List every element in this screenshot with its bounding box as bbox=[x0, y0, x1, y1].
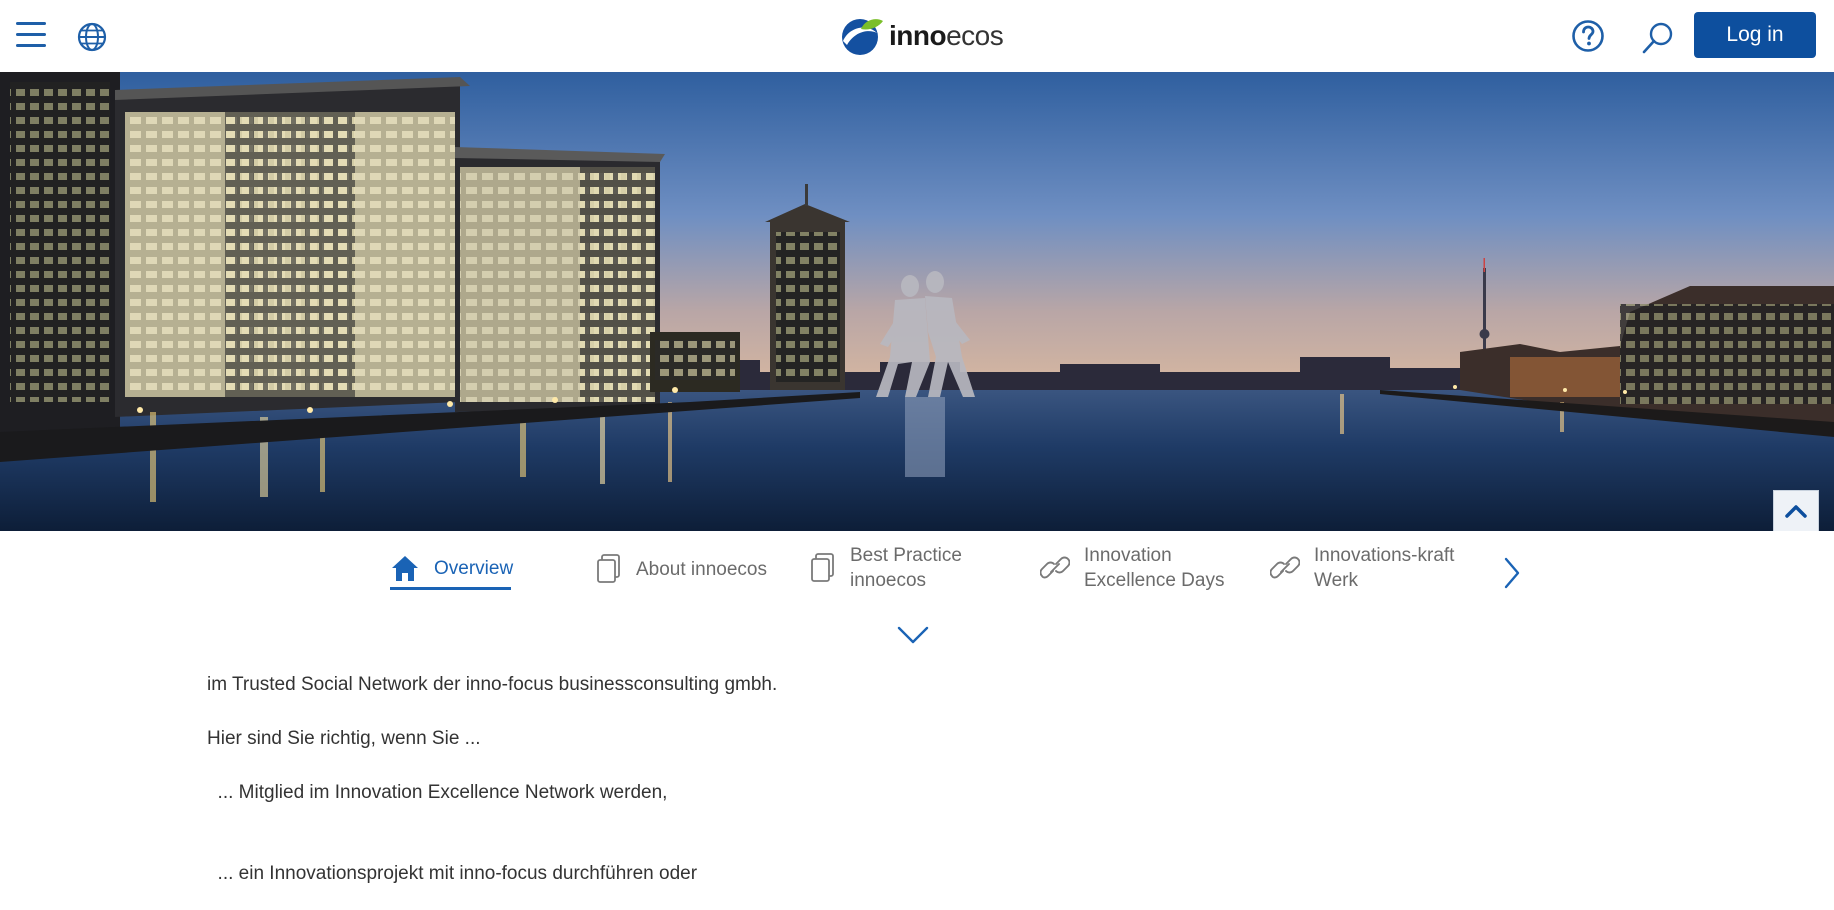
hero-cityscape bbox=[0, 72, 1834, 531]
logo-text-bold: inno bbox=[889, 20, 947, 51]
top-header: innoecos Log in bbox=[0, 0, 1834, 73]
intro-line-3: ... Mitglied im Innovation Excellence Ne… bbox=[207, 782, 668, 803]
active-tab-indicator bbox=[390, 587, 511, 590]
tab-best-practice-line1: Best Practice bbox=[850, 545, 962, 566]
chevron-up-icon bbox=[1785, 505, 1807, 518]
globe-icon[interactable] bbox=[76, 21, 108, 53]
intro-line-1: im Trusted Social Network der inno-focus… bbox=[207, 674, 778, 695]
tab-about-innoecos-label: About innoecos bbox=[636, 558, 767, 580]
link-icon bbox=[1040, 556, 1070, 579]
search-icon[interactable] bbox=[1641, 21, 1675, 55]
help-icon[interactable] bbox=[1571, 19, 1605, 53]
tab-about-innoecos[interactable]: About innoecos bbox=[596, 553, 767, 585]
logo-text-light: ecos bbox=[946, 20, 1004, 51]
scroll-up-button[interactable] bbox=[1773, 490, 1819, 531]
document-icon bbox=[811, 553, 834, 582]
tab-innovationskraft-line2: Werk bbox=[1314, 570, 1358, 591]
expand-chevron-down-icon[interactable] bbox=[896, 624, 930, 646]
intro-line-2: Hier sind Sie richtig, wenn Sie ... bbox=[207, 728, 481, 749]
tab-innovationskraft-werk[interactable]: Innovations-kraft Werk bbox=[1270, 543, 1454, 593]
hero-image bbox=[0, 72, 1834, 531]
intro-line-4: ... ein Innovationsprojekt mit inno-focu… bbox=[207, 863, 698, 884]
menu-icon[interactable] bbox=[16, 22, 46, 50]
login-button[interactable]: Log in bbox=[1694, 12, 1816, 58]
document-icon bbox=[597, 554, 620, 583]
page-tabs: Overview About innoecos Best Practice in… bbox=[0, 531, 1834, 611]
tab-best-practice-line2: innoecos bbox=[850, 570, 927, 591]
tab-innovation-line2: Excellence Days bbox=[1084, 570, 1225, 591]
home-icon bbox=[392, 556, 418, 581]
innoecos-logo[interactable]: innoecos bbox=[839, 15, 1004, 57]
tab-best-practice[interactable]: Best Practice innoecos bbox=[810, 543, 962, 593]
tab-innovationskraft-line1: Innovations-kraft bbox=[1314, 545, 1455, 566]
tab-innovation-line1: Innovation bbox=[1084, 545, 1172, 566]
tab-innovation-excellence-days[interactable]: Innovation Excellence Days bbox=[1040, 543, 1224, 593]
logo-mark-icon bbox=[842, 19, 883, 55]
link-icon bbox=[1270, 556, 1300, 579]
tab-overview-label: Overview bbox=[434, 557, 514, 579]
tab-overview[interactable]: Overview bbox=[390, 553, 513, 583]
chevron-right-icon[interactable] bbox=[1502, 556, 1522, 590]
